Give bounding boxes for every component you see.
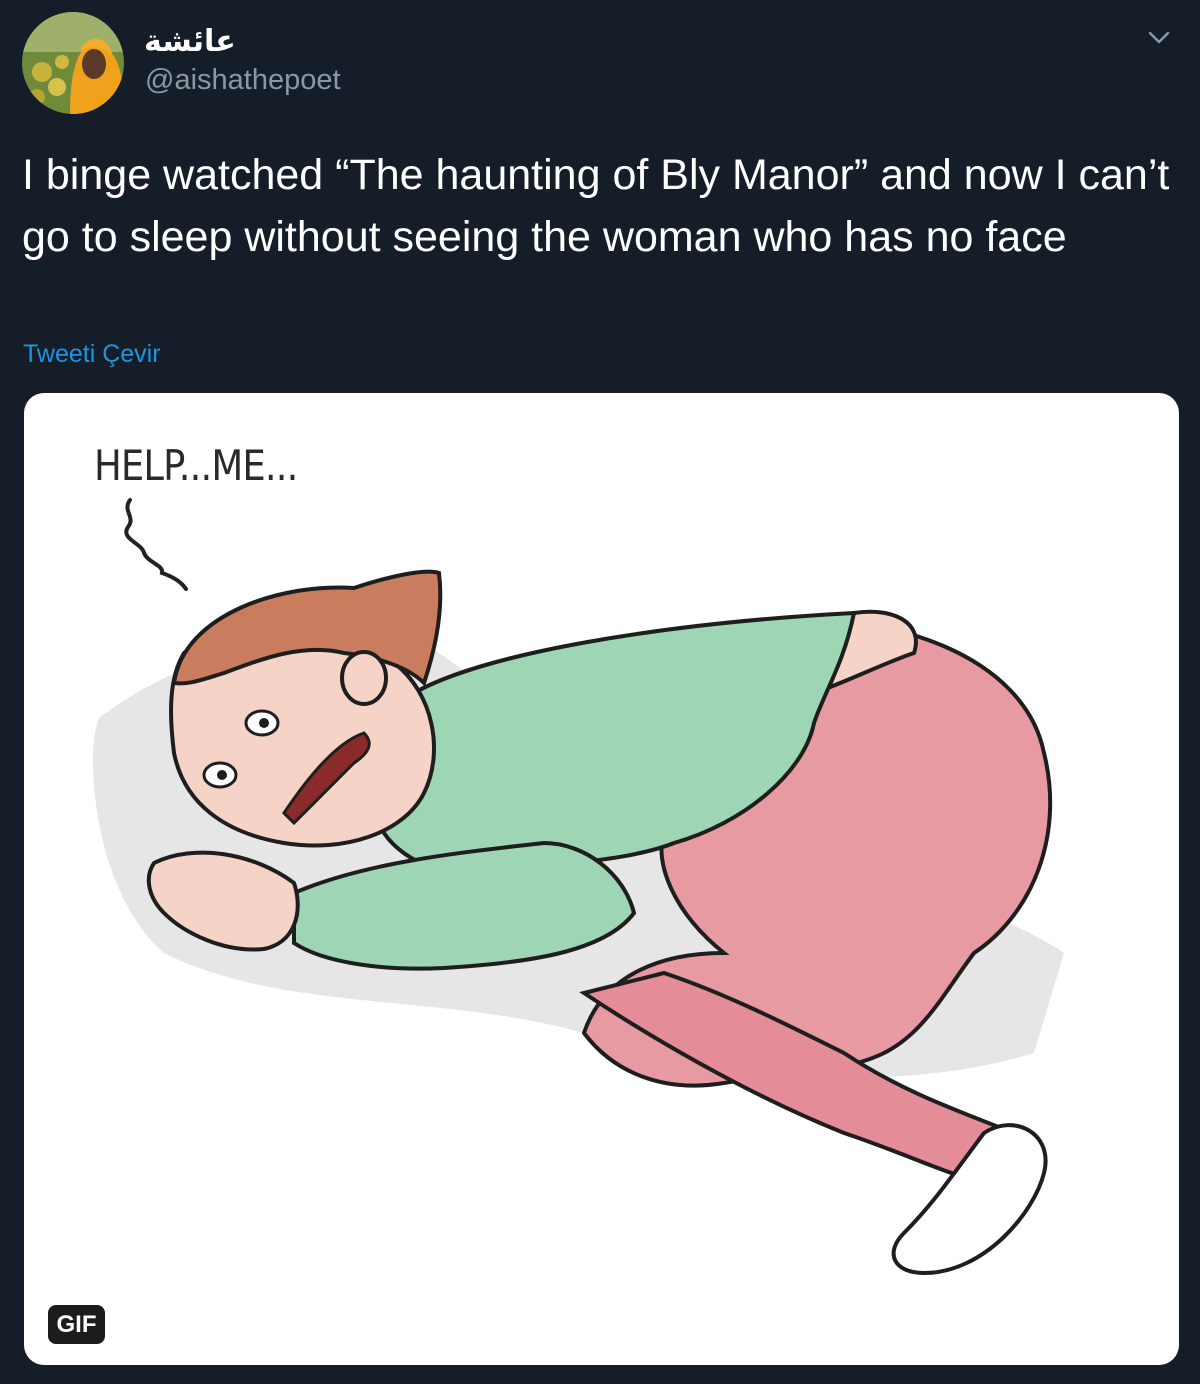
display-name[interactable]: عائشة [144,24,236,59]
translate-tweet-link[interactable]: Tweeti Çevir [23,340,161,369]
chevron-down-icon [1148,31,1170,44]
tweet-media-gif[interactable]: HELP...ME... GIF [24,393,1179,1365]
user-handle[interactable]: @aishathepoet [145,64,341,97]
comic-caption: HELP...ME... [94,441,298,490]
avatar-image [22,12,124,114]
tweet-text: I binge watched “The haunting of Bly Man… [22,151,1170,261]
comic-illustration [92,498,1065,1276]
avatar[interactable] [22,12,124,114]
more-options-button[interactable] [1142,24,1176,52]
gif-badge: GIF [48,1305,105,1344]
tweet-card: عائشة @aishathepoet I binge watched “The… [0,0,1200,1384]
